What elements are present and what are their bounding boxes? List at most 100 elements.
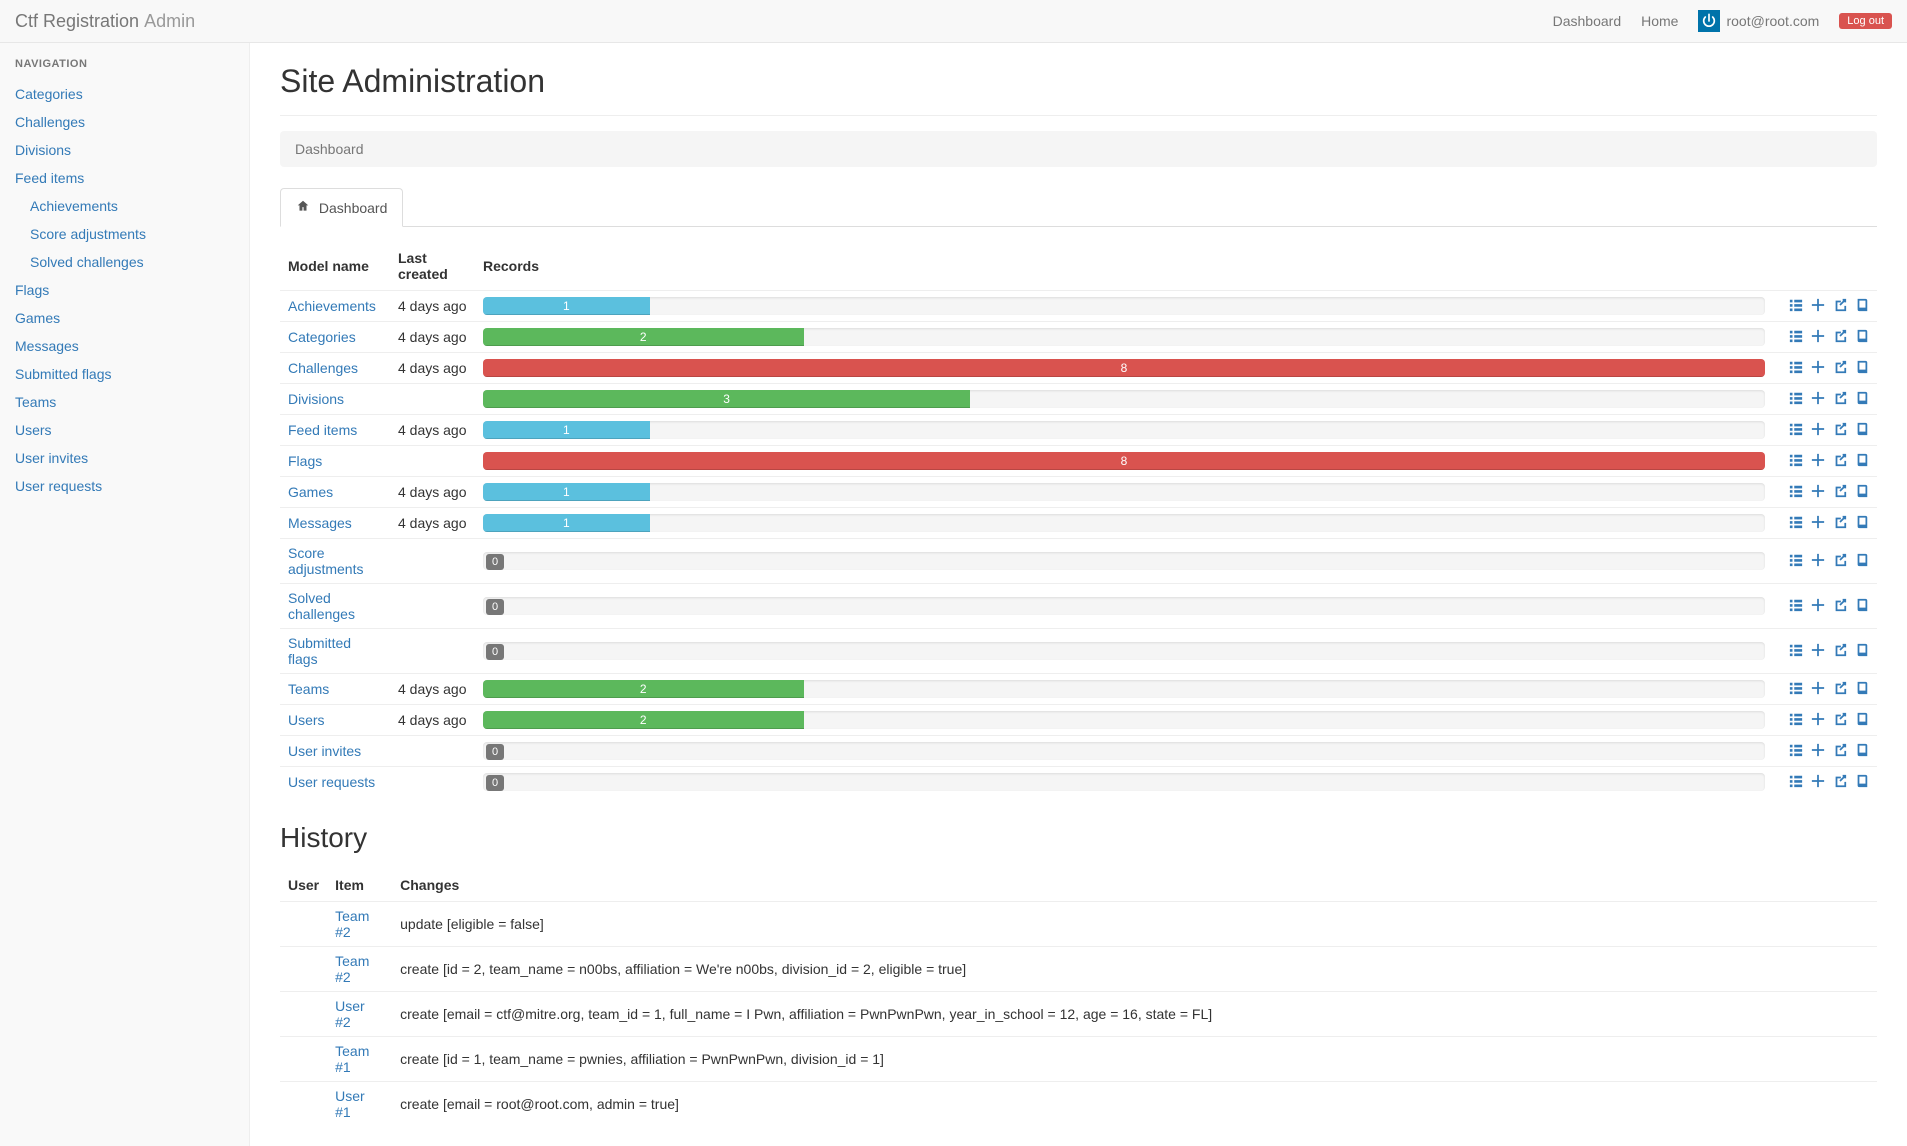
model-link[interactable]: Divisions	[288, 391, 344, 407]
logout-button[interactable]: Log out	[1839, 13, 1892, 29]
list-icon[interactable]	[1789, 553, 1803, 570]
book-icon[interactable]	[1855, 298, 1869, 315]
list-icon[interactable]	[1789, 360, 1803, 377]
export-icon[interactable]	[1833, 453, 1847, 470]
sidebar-item-messages[interactable]: Messages	[15, 338, 79, 354]
export-icon[interactable]	[1833, 298, 1847, 315]
list-icon[interactable]	[1789, 774, 1803, 791]
model-link[interactable]: User requests	[288, 774, 375, 790]
book-icon[interactable]	[1855, 643, 1869, 660]
sidebar-item-solved-challenges[interactable]: Solved challenges	[30, 254, 144, 270]
sidebar-item-teams[interactable]: Teams	[15, 394, 56, 410]
user-block[interactable]: root@root.com	[1698, 10, 1819, 32]
history-item-link[interactable]: User #1	[335, 1088, 365, 1120]
model-link[interactable]: Score adjustments	[288, 545, 363, 577]
history-item-link[interactable]: User #2	[335, 998, 365, 1030]
model-link[interactable]: Games	[288, 484, 333, 500]
sidebar-item-achievements[interactable]: Achievements	[30, 198, 118, 214]
plus-icon[interactable]	[1811, 453, 1825, 470]
list-icon[interactable]	[1789, 329, 1803, 346]
sidebar-item-flags[interactable]: Flags	[15, 282, 49, 298]
plus-icon[interactable]	[1811, 391, 1825, 408]
book-icon[interactable]	[1855, 360, 1869, 377]
plus-icon[interactable]	[1811, 298, 1825, 315]
model-link[interactable]: Flags	[288, 453, 322, 469]
export-icon[interactable]	[1833, 515, 1847, 532]
history-item-link[interactable]: Team #2	[335, 953, 369, 985]
sidebar-item-score-adjustments[interactable]: Score adjustments	[30, 226, 146, 242]
export-icon[interactable]	[1833, 360, 1847, 377]
model-link[interactable]: Achievements	[288, 298, 376, 314]
plus-icon[interactable]	[1811, 360, 1825, 377]
list-icon[interactable]	[1789, 743, 1803, 760]
list-icon[interactable]	[1789, 391, 1803, 408]
brand[interactable]: Ctf Registration Admin	[15, 11, 195, 32]
export-icon[interactable]	[1833, 553, 1847, 570]
list-icon[interactable]	[1789, 681, 1803, 698]
model-link[interactable]: Users	[288, 712, 325, 728]
sidebar-item-user-invites[interactable]: User invites	[15, 450, 88, 466]
plus-icon[interactable]	[1811, 553, 1825, 570]
book-icon[interactable]	[1855, 774, 1869, 791]
list-icon[interactable]	[1789, 453, 1803, 470]
plus-icon[interactable]	[1811, 643, 1825, 660]
plus-icon[interactable]	[1811, 712, 1825, 729]
sidebar-item-games[interactable]: Games	[15, 310, 60, 326]
nav-home[interactable]: Home	[1641, 13, 1678, 29]
export-icon[interactable]	[1833, 774, 1847, 791]
model-link[interactable]: Submitted flags	[288, 635, 351, 667]
list-icon[interactable]	[1789, 598, 1803, 615]
plus-icon[interactable]	[1811, 484, 1825, 501]
sidebar-item-challenges[interactable]: Challenges	[15, 114, 85, 130]
book-icon[interactable]	[1855, 329, 1869, 346]
sidebar-item-users[interactable]: Users	[15, 422, 52, 438]
plus-icon[interactable]	[1811, 774, 1825, 791]
book-icon[interactable]	[1855, 681, 1869, 698]
export-icon[interactable]	[1833, 484, 1847, 501]
model-link[interactable]: Challenges	[288, 360, 358, 376]
model-link[interactable]: Feed items	[288, 422, 357, 438]
model-link[interactable]: Solved challenges	[288, 590, 355, 622]
book-icon[interactable]	[1855, 391, 1869, 408]
export-icon[interactable]	[1833, 743, 1847, 760]
sidebar-item-submitted-flags[interactable]: Submitted flags	[15, 366, 112, 382]
export-icon[interactable]	[1833, 712, 1847, 729]
book-icon[interactable]	[1855, 712, 1869, 729]
book-icon[interactable]	[1855, 422, 1869, 439]
plus-icon[interactable]	[1811, 329, 1825, 346]
sidebar-item-divisions[interactable]: Divisions	[15, 142, 71, 158]
list-icon[interactable]	[1789, 515, 1803, 532]
book-icon[interactable]	[1855, 515, 1869, 532]
model-link[interactable]: Messages	[288, 515, 352, 531]
sidebar-item-categories[interactable]: Categories	[15, 86, 83, 102]
tab-dashboard[interactable]: Dashboard	[280, 188, 403, 227]
nav-dashboard[interactable]: Dashboard	[1553, 13, 1622, 29]
export-icon[interactable]	[1833, 598, 1847, 615]
history-item-link[interactable]: Team #1	[335, 1043, 369, 1075]
sidebar-item-feed-items[interactable]: Feed items	[15, 170, 84, 186]
export-icon[interactable]	[1833, 422, 1847, 439]
plus-icon[interactable]	[1811, 515, 1825, 532]
book-icon[interactable]	[1855, 598, 1869, 615]
export-icon[interactable]	[1833, 681, 1847, 698]
book-icon[interactable]	[1855, 553, 1869, 570]
list-icon[interactable]	[1789, 298, 1803, 315]
list-icon[interactable]	[1789, 484, 1803, 501]
model-link[interactable]: Categories	[288, 329, 356, 345]
export-icon[interactable]	[1833, 329, 1847, 346]
book-icon[interactable]	[1855, 484, 1869, 501]
plus-icon[interactable]	[1811, 743, 1825, 760]
history-item-link[interactable]: Team #2	[335, 908, 369, 940]
export-icon[interactable]	[1833, 391, 1847, 408]
list-icon[interactable]	[1789, 643, 1803, 660]
plus-icon[interactable]	[1811, 598, 1825, 615]
model-link[interactable]: Teams	[288, 681, 329, 697]
export-icon[interactable]	[1833, 643, 1847, 660]
plus-icon[interactable]	[1811, 681, 1825, 698]
list-icon[interactable]	[1789, 712, 1803, 729]
sidebar-item-user-requests[interactable]: User requests	[15, 478, 102, 494]
list-icon[interactable]	[1789, 422, 1803, 439]
model-link[interactable]: User invites	[288, 743, 361, 759]
book-icon[interactable]	[1855, 743, 1869, 760]
book-icon[interactable]	[1855, 453, 1869, 470]
